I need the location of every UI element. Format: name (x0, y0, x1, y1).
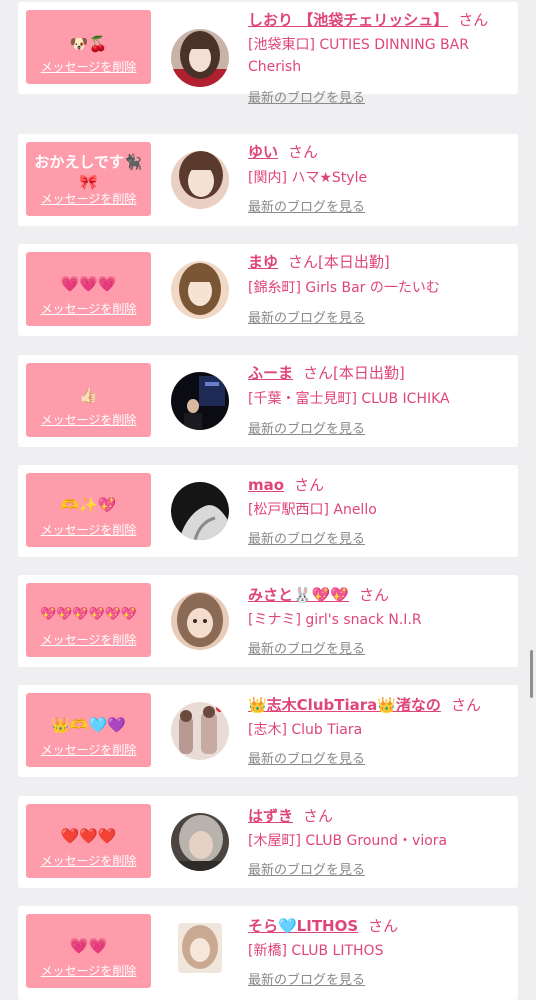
latest-blog-link[interactable]: 最新のブログを見る (248, 200, 365, 216)
message-bubble: 💗💗💗 メッセージを削除 (26, 252, 151, 326)
delete-message-link[interactable]: メッセージを削除 (26, 743, 151, 757)
cast-name-link[interactable]: mao (248, 476, 284, 494)
message-list: 🐶🍒 メッセージを削除 しおり 【池袋チェリッシュ】 さん [池袋東口] CUTI… (0, 0, 536, 1000)
message-card: おかえしです🐈‍⬛🎀 メッセージを削除 ゆい さん [関内] ハマ★Style 最… (18, 134, 518, 226)
honorific: さん (288, 253, 319, 271)
message-text: 🐶🍒 (69, 35, 108, 53)
message-bubble: 🐶🍒 メッセージを削除 (26, 10, 151, 84)
message-text: 👍🏻 (79, 386, 98, 404)
message-card: ❤️❤️❤️ メッセージを削除 はずき さん [木屋町] CLUB Ground・… (18, 796, 518, 888)
delete-message-link[interactable]: メッセージを削除 (26, 964, 151, 978)
message-text: 💗💗💗 (60, 275, 117, 293)
shop-info: [関内] ハマ★Style (248, 170, 368, 186)
cast-name-link[interactable]: そら🩵LITHOS (248, 917, 358, 935)
delete-message-link[interactable]: メッセージを削除 (26, 854, 151, 868)
message-bubble: 💗💗 メッセージを削除 (26, 914, 151, 988)
delete-message-link[interactable]: メッセージを削除 (26, 302, 151, 316)
cast-name-link[interactable]: ふーま (248, 364, 293, 382)
message-card: 👍🏻 メッセージを削除 ふーま さん[本日出勤] [千葉・富士見町] CLUB I… (18, 355, 518, 447)
message-card: 💖💖💖💖💖💖 メッセージを削除 みさと🐰💖💖 さん [ミナミ] girl's sn… (18, 575, 518, 667)
delete-message-link[interactable]: メッセージを削除 (26, 523, 151, 537)
avatar[interactable] (178, 923, 222, 973)
delete-message-link[interactable]: メッセージを削除 (26, 413, 151, 427)
name-line: ゆい さん (248, 142, 318, 162)
avatar[interactable] (171, 151, 229, 209)
delete-message-link[interactable]: メッセージを削除 (26, 192, 151, 206)
message-text: 💖💖💖💖💖💖 (39, 607, 138, 622)
shop-info: [錦糸町] Girls Bar の一たいむ (248, 280, 440, 296)
honorific: さん (288, 143, 319, 161)
delete-message-link[interactable]: メッセージを削除 (26, 60, 151, 74)
latest-blog-link[interactable]: 最新のブログを見る (248, 863, 365, 879)
cast-name-link[interactable]: しおり 【池袋チェリッシュ】 (248, 11, 448, 29)
honorific: さん (303, 807, 334, 825)
shop-info: [木屋町] CLUB Ground・viora (248, 833, 448, 849)
honorific: さん (368, 917, 399, 935)
avatar[interactable] (171, 29, 229, 87)
latest-blog-link[interactable]: 最新のブログを見る (248, 532, 365, 548)
latest-blog-link[interactable]: 最新のブログを見る (248, 311, 365, 327)
avatar[interactable] (171, 482, 229, 540)
latest-blog-link[interactable]: 最新のブログを見る (248, 91, 365, 107)
latest-blog-link[interactable]: 最新のブログを見る (248, 422, 365, 438)
message-bubble: 🫶✨💖 メッセージを削除 (26, 473, 151, 547)
honorific: さん (359, 586, 390, 604)
message-bubble: 👍🏻 メッセージを削除 (26, 363, 151, 437)
message-bubble: おかえしです🐈‍⬛🎀 メッセージを削除 (26, 142, 151, 216)
cast-name-link[interactable]: ゆい (248, 143, 278, 161)
avatar[interactable] (171, 372, 229, 430)
latest-blog-link[interactable]: 最新のブログを見る (248, 642, 365, 658)
name-line: mao さん (248, 475, 324, 495)
avatar[interactable] (171, 702, 229, 760)
honorific: さん (303, 364, 334, 382)
name-line: 👑志木ClubTiara👑渚なの さん (248, 695, 481, 715)
message-card: 👑🫶🩵💜 メッセージを削除 👑志木ClubTiara👑渚なの さん [志木] Cl… (18, 685, 518, 777)
shop-info: [ミナミ] girl's snack N.I.R (248, 612, 422, 628)
message-bubble: 👑🫶🩵💜 メッセージを削除 (26, 693, 151, 767)
honorific: さん (294, 476, 325, 494)
status-label: [本日出勤] (318, 253, 390, 271)
cast-name-link[interactable]: はずき (248, 807, 293, 825)
message-card: 💗💗 メッセージを削除 そら🩵LITHOS さん [新橋] CLUB LITHOS… (18, 906, 518, 1000)
message-card: 💗💗💗 メッセージを削除 まゆ さん[本日出勤] [錦糸町] Girls Bar … (18, 244, 518, 336)
name-line: そら🩵LITHOS さん (248, 916, 398, 936)
latest-blog-link[interactable]: 最新のブログを見る (248, 752, 365, 768)
scrollbar[interactable] (530, 650, 533, 698)
shop-info: [千葉・富士見町] CLUB ICHIKA (248, 391, 450, 407)
cast-name-link[interactable]: まゆ (248, 253, 278, 271)
name-line: ふーま さん[本日出勤] (248, 363, 405, 383)
name-line: まゆ さん[本日出勤] (248, 252, 390, 272)
avatar[interactable] (171, 261, 229, 319)
name-line: はずき さん (248, 806, 333, 826)
message-text: 👑🫶🩵💜 (51, 716, 126, 734)
message-text: 💗💗 (69, 937, 108, 955)
message-bubble: ❤️❤️❤️ メッセージを削除 (26, 804, 151, 878)
shop-info: [池袋東口] CUTIES DINNING BAR Cherish (248, 37, 469, 75)
delete-message-link[interactable]: メッセージを削除 (26, 633, 151, 647)
status-label: [本日出勤] (333, 364, 405, 382)
shop-info: [松戸駅西口] Anello (248, 502, 377, 518)
message-card: 🐶🍒 メッセージを削除 しおり 【池袋チェリッシュ】 さん [池袋東口] CUTI… (18, 2, 518, 106)
cast-name-link[interactable]: 👑志木ClubTiara👑渚なの (248, 696, 441, 714)
message-bubble: 💖💖💖💖💖💖 メッセージを削除 (26, 583, 151, 657)
avatar[interactable] (171, 813, 229, 871)
shop-info: [新橋] CLUB LITHOS (248, 943, 384, 959)
cast-name-link[interactable]: みさと🐰💖💖 (248, 586, 349, 604)
message-text: ❤️❤️❤️ (60, 827, 117, 845)
honorific: さん (450, 696, 481, 714)
message-card: 🫶✨💖 メッセージを削除 mao さん [松戸駅西口] Anello 最新のブログ… (18, 465, 518, 557)
avatar[interactable] (171, 592, 229, 650)
name-line: みさと🐰💖💖 さん (248, 585, 389, 605)
name-line: しおり 【池袋チェリッシュ】 さん (248, 10, 488, 30)
shop-info: [志木] Club Tiara (248, 722, 363, 738)
message-text: おかえしです🐈‍⬛🎀 (34, 153, 143, 191)
latest-blog-link[interactable]: 最新のブログを見る (248, 973, 365, 989)
honorific: さん (458, 11, 489, 29)
message-text: 🫶✨💖 (60, 496, 117, 514)
